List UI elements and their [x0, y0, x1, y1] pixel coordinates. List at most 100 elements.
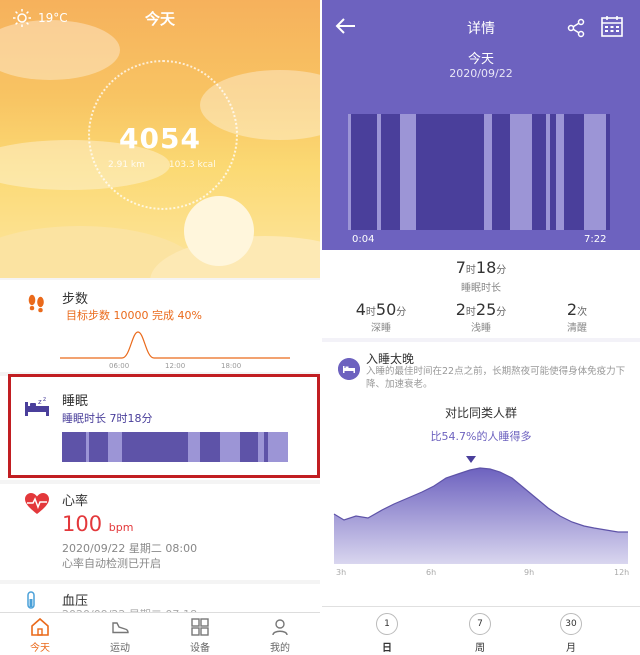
cloud-decoration	[0, 20, 120, 80]
tab-profile[interactable]: 我的	[240, 613, 320, 655]
sleep-end-time: 7:22	[584, 234, 607, 245]
light-sleep-segment	[584, 114, 606, 230]
awake-stat: 2次 清醒	[532, 300, 622, 334]
deep-minutes: 50	[375, 300, 397, 319]
sleep-timeline-chart[interactable]	[348, 114, 610, 230]
awake-label: 清醒	[567, 323, 587, 334]
person-icon	[272, 619, 288, 636]
steps-card[interactable]: 步数 目标步数 10000 完成 40% 06:00 12:00 18:00	[0, 280, 320, 372]
tab-sports[interactable]: 运动	[80, 613, 160, 655]
steps-tick-label: 18:00	[221, 362, 242, 370]
sleep-card-highlight	[8, 374, 320, 478]
tab-week[interactable]: 7 周	[460, 613, 500, 654]
tab-today[interactable]: 今天	[0, 613, 80, 655]
home-icon	[31, 617, 49, 636]
count-unit: 次	[577, 307, 588, 318]
hours-unit: 时	[465, 265, 476, 276]
week-number: 7	[469, 613, 491, 635]
sun-decoration	[184, 196, 254, 266]
late-sleep-description: 入睡的最佳时间在22点之前，长期熬夜可能使得身体免疫力下降、加速衰老。	[366, 366, 626, 390]
light-hours: 2	[455, 300, 466, 319]
blood-pressure-icon	[27, 591, 35, 609]
sleep-start-time: 0:04	[352, 234, 375, 245]
light-sleep-segment	[348, 114, 351, 230]
detail-title: 详情	[467, 21, 495, 37]
detail-date: 2020/09/22	[449, 67, 513, 80]
comparison-title: 对比同类人群	[444, 406, 517, 420]
bottom-tab-bar: 今天 运动 设备 我的	[0, 612, 320, 655]
heart-rate-date: 2020/09/22 星期二 08:00	[62, 542, 198, 555]
deep-sleep-stat: 4时50分 深睡	[336, 300, 426, 334]
total-hours: 7	[455, 258, 466, 277]
light-minutes: 25	[475, 300, 497, 319]
bed-icon	[338, 358, 360, 380]
distribution-tick: 3h	[336, 568, 347, 577]
steps-tick-label: 06:00	[109, 362, 130, 370]
steps-goal-text: 目标步数 10000 完成 40%	[66, 309, 202, 322]
today-hero: 19°C 今天 4054 2.91 km 103.3 kcal	[0, 0, 320, 278]
heart-rate-card[interactable]: 心率 100 bpm 2020/09/22 星期二 08:00 心率自动检测已开…	[0, 484, 320, 580]
light-sleep-segment	[556, 114, 564, 230]
share-icon[interactable]	[566, 18, 586, 38]
sleep-detail-screen: 详情 今天 2020/09/22 0:04 7:22 7时18分 睡眠时长 4时…	[322, 0, 640, 655]
tab-month[interactable]: 30 月	[551, 613, 591, 654]
hours-unit: 时	[465, 307, 476, 318]
total-sleep-label: 睡眠时长	[461, 283, 501, 294]
heart-rate-card-title: 心率	[62, 494, 89, 509]
calories-text: 103.3 kcal	[168, 160, 216, 170]
tab-label: 日	[382, 643, 392, 654]
tab-label: 月	[566, 643, 576, 654]
page-title: 今天	[144, 10, 175, 28]
steps-mini-chart	[60, 331, 290, 359]
steps-tick-label: 12:00	[165, 362, 186, 370]
tab-label: 周	[475, 643, 485, 654]
tab-label: 今天	[30, 643, 50, 654]
heart-pulse-icon	[25, 493, 49, 514]
tab-label: 设备	[190, 643, 210, 654]
sleep-distribution-chart	[333, 456, 628, 564]
light-sleep-segment	[546, 114, 550, 230]
sleep-summary: 7时18分 睡眠时长 4时50分 深睡 2时25分 浅睡 2次 清醒	[322, 250, 640, 338]
deep-hours: 4	[355, 300, 366, 319]
tab-label: 运动	[110, 643, 130, 654]
light-sleep-label: 浅睡	[471, 323, 491, 334]
comparison-subtitle: 比54.7%的人睡得多	[430, 430, 532, 443]
blood-pressure-card[interactable]: 血压 2020/09/22 星期二 07:18	[0, 584, 320, 614]
total-minutes: 18	[475, 258, 497, 277]
heart-rate-value-row: 100 bpm	[62, 512, 133, 536]
heart-rate-unit: bpm	[108, 521, 134, 534]
distribution-tick: 9h	[524, 568, 535, 577]
calendar-icon[interactable]	[600, 14, 624, 38]
awake-count: 2	[566, 300, 578, 319]
tab-day[interactable]: 1 日	[367, 613, 407, 654]
light-sleep-segment	[510, 114, 532, 230]
distribution-tick: 6h	[426, 568, 437, 577]
detail-day: 今天	[467, 52, 494, 67]
sleep-analysis-section: 入睡太晚 入睡的最佳时间在22点之前，长期熬夜可能使得身体免疫力下降、加速衰老。…	[322, 342, 640, 608]
device-grid-icon	[191, 618, 209, 636]
light-sleep-segment	[400, 114, 416, 230]
distance-text: 2.91 km	[108, 160, 145, 170]
minutes-unit: 分	[496, 265, 507, 276]
step-count: 4054	[119, 122, 201, 155]
total-sleep-value: 7时18分	[322, 258, 640, 277]
day-number: 1	[376, 613, 398, 635]
month-number: 30	[560, 613, 582, 635]
minutes-unit: 分	[496, 307, 507, 318]
tab-label: 我的	[270, 643, 290, 654]
heart-rate-note: 心率自动检测已开启	[62, 557, 161, 570]
user-position-marker	[466, 456, 476, 463]
tab-devices[interactable]: 设备	[160, 613, 240, 655]
distribution-area	[334, 468, 628, 564]
today-screen: 19°C 今天 4054 2.91 km 103.3 kcal 步数 目标步数 …	[0, 0, 320, 655]
footprints-icon	[28, 294, 44, 313]
heart-rate-value: 100	[62, 512, 103, 536]
shoe-icon	[112, 622, 129, 634]
light-sleep-stat: 2时25分 浅睡	[436, 300, 526, 334]
late-sleep-title: 入睡太晚	[366, 352, 415, 366]
steps-card-title: 步数	[62, 292, 89, 307]
light-sleep-segment	[484, 114, 492, 230]
light-sleep-segment	[377, 114, 381, 230]
detail-header: 详情 今天 2020/09/22 0:04 7:22	[322, 0, 640, 250]
period-tab-bar: 1 日 7 周 30 月	[322, 606, 640, 655]
